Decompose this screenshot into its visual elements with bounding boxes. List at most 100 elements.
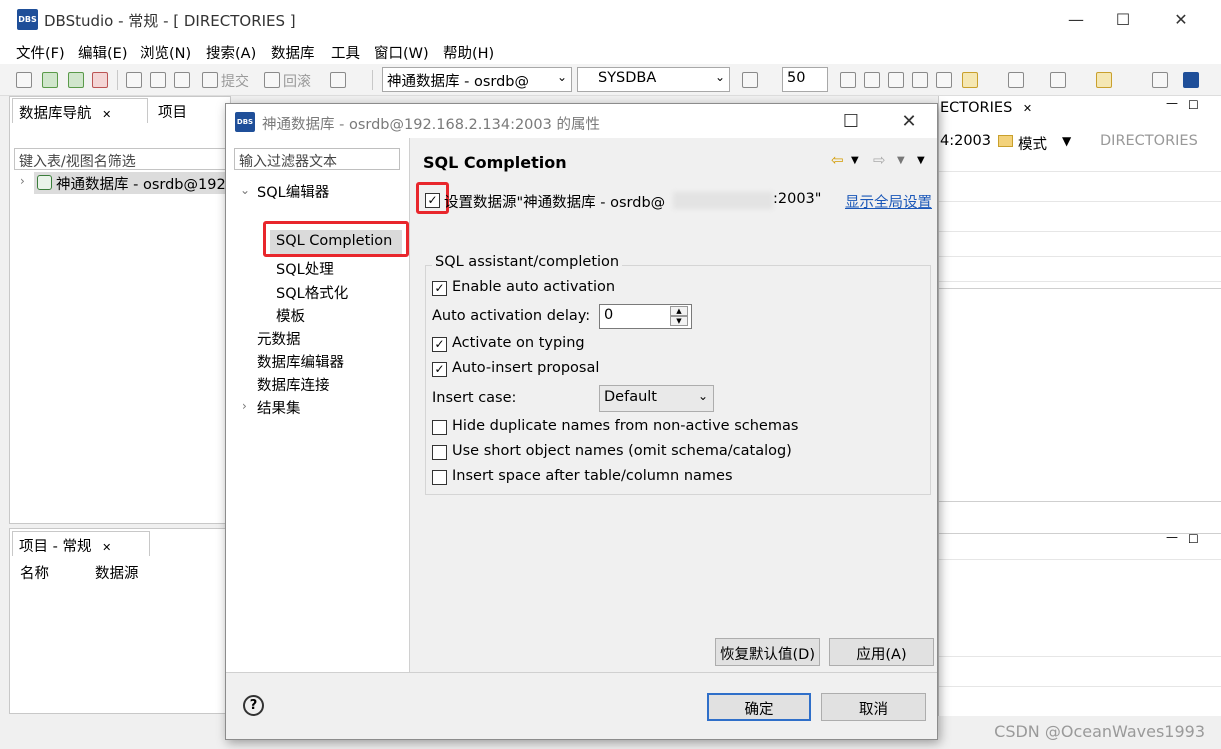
commit-button[interactable]: 提交 bbox=[221, 71, 249, 91]
maximize-view-icon[interactable]: ☐ bbox=[1188, 532, 1199, 546]
ok-button[interactable]: 确定 bbox=[707, 693, 811, 721]
spin-down-icon[interactable]: ▼ bbox=[670, 316, 688, 326]
menu-tools[interactable]: 工具 bbox=[331, 42, 360, 63]
column-header-name[interactable]: 名称 bbox=[20, 562, 49, 583]
save-icon[interactable] bbox=[840, 72, 856, 88]
minimize-button[interactable]: — bbox=[1053, 0, 1099, 38]
menu-search[interactable]: 搜索(A) bbox=[206, 42, 256, 63]
dropdown-arrow-icon[interactable]: ▼ bbox=[851, 155, 859, 166]
preference-page: SQL Completion ⇦ ▼ ⇨ ▼ ▼ ✓ 设置数据源"神通数据库 -… bbox=[411, 138, 937, 672]
redo-icon[interactable] bbox=[912, 72, 928, 88]
disconnect-icon[interactable] bbox=[92, 72, 108, 88]
close-button[interactable]: ✕ bbox=[1158, 0, 1204, 38]
refresh-icon[interactable] bbox=[68, 72, 84, 88]
open-perspective-icon[interactable] bbox=[1152, 72, 1168, 88]
spin-up-icon[interactable]: ▲ bbox=[670, 306, 688, 316]
short-names-checkbox[interactable] bbox=[432, 445, 447, 460]
preference-tree-panel: 输入过滤器文本 ⌄ SQL编辑器 SQL Completion SQL处理 SQ… bbox=[226, 138, 410, 672]
tree-item-sql-processing[interactable]: SQL处理 bbox=[276, 258, 334, 279]
tree-item-sql-editor[interactable]: SQL编辑器 bbox=[257, 181, 329, 202]
insert-case-label: Insert case: bbox=[432, 390, 517, 406]
tree-item-database-connection[interactable]: 数据库连接 bbox=[257, 374, 330, 395]
maximize-view-icon[interactable]: ☐ bbox=[1188, 98, 1199, 112]
tab-project-general[interactable]: 项目 - 常规 ✕ bbox=[12, 531, 150, 556]
user-select[interactable]: SYSDBA ⌄ bbox=[577, 67, 730, 92]
copy-icon[interactable] bbox=[936, 72, 952, 88]
menu-file[interactable]: 文件(F) bbox=[16, 42, 65, 63]
tree-item-template[interactable]: 模板 bbox=[276, 305, 305, 326]
column-header-datasource[interactable]: 数据源 bbox=[95, 562, 139, 583]
tree-item-database-editor[interactable]: 数据库编辑器 bbox=[257, 351, 344, 372]
view-menu-icon[interactable]: ▼ bbox=[917, 155, 925, 166]
insert-case-value: Default bbox=[604, 389, 657, 405]
menu-edit[interactable]: 编辑(E) bbox=[78, 42, 127, 63]
dropdown-arrow-icon[interactable]: ▼ bbox=[897, 155, 905, 166]
sql-editor-icon[interactable] bbox=[126, 72, 142, 88]
restore-defaults-button[interactable]: 恢复默认值(D) bbox=[715, 638, 820, 666]
insert-space-checkbox[interactable] bbox=[432, 470, 447, 485]
dialog-close-button[interactable]: ✕ bbox=[881, 104, 937, 138]
menu-help[interactable]: 帮助(H) bbox=[443, 42, 494, 63]
preference-filter-input[interactable]: 输入过滤器文本 bbox=[234, 148, 400, 170]
close-icon[interactable]: ✕ bbox=[1023, 102, 1032, 115]
transaction-mode-icon[interactable] bbox=[330, 72, 346, 88]
minimize-view-icon[interactable]: — bbox=[1166, 530, 1178, 544]
minimize-view-icon[interactable]: — bbox=[1166, 96, 1178, 110]
menu-browse[interactable]: 浏览(N) bbox=[140, 42, 191, 63]
help-icon[interactable]: ? bbox=[243, 695, 264, 716]
insert-case-select[interactable]: Default ⌄ bbox=[599, 385, 714, 412]
collapse-arrow-icon[interactable]: ⌄ bbox=[240, 183, 250, 197]
fetch-size-input[interactable]: 50 bbox=[782, 67, 828, 92]
hide-duplicates-checkbox[interactable] bbox=[432, 420, 447, 435]
apply-button[interactable]: 应用(A) bbox=[829, 638, 934, 666]
enable-auto-activation-checkbox[interactable]: ✓ bbox=[432, 281, 447, 296]
tree-item-result-set[interactable]: 结果集 bbox=[257, 397, 301, 418]
connect-icon[interactable] bbox=[42, 72, 58, 88]
tab-label: 项目 - 常规 bbox=[19, 539, 92, 555]
tab-project[interactable]: 项目 bbox=[152, 98, 212, 123]
close-icon[interactable]: ✕ bbox=[102, 541, 111, 554]
tree-item-metadata[interactable]: 元数据 bbox=[257, 328, 301, 349]
next-annotation-icon[interactable] bbox=[1008, 72, 1024, 88]
open-sql-icon[interactable] bbox=[150, 72, 166, 88]
tab-label: 项目 bbox=[158, 105, 187, 121]
tree-item-datasource[interactable]: 神通数据库 - osrdb@192 bbox=[34, 172, 230, 194]
show-global-settings-link[interactable]: 显示全局设置 bbox=[845, 191, 932, 212]
auto-insert-proposal-checkbox[interactable]: ✓ bbox=[432, 362, 447, 377]
undo-icon[interactable] bbox=[888, 72, 904, 88]
dbstudio-perspective-icon[interactable] bbox=[1183, 72, 1199, 88]
commit-icon[interactable] bbox=[202, 72, 218, 88]
rollback-button[interactable]: 回滚 bbox=[283, 71, 311, 91]
prev-annotation-icon[interactable] bbox=[1050, 72, 1066, 88]
recent-sql-icon[interactable] bbox=[174, 72, 190, 88]
tab-database-navigator[interactable]: 数据库导航 ✕ bbox=[12, 98, 148, 123]
cancel-button[interactable]: 取消 bbox=[821, 693, 926, 721]
schema-label[interactable]: 模式 bbox=[1018, 133, 1047, 154]
navigator-filter-input[interactable]: 键入表/视图名筛选 bbox=[14, 148, 226, 170]
activate-on-typing-checkbox[interactable]: ✓ bbox=[432, 337, 447, 352]
maximize-button[interactable]: ☐ bbox=[1100, 0, 1146, 38]
dropdown-arrow-icon[interactable]: ▼ bbox=[1062, 134, 1071, 148]
back-icon[interactable] bbox=[1096, 72, 1112, 88]
datasource-select[interactable]: 神通数据库 - osrdb@ ⌄ bbox=[382, 67, 572, 92]
back-arrow-icon[interactable]: ⇦ bbox=[831, 151, 844, 169]
export-icon[interactable] bbox=[864, 72, 880, 88]
pin-icon[interactable] bbox=[962, 72, 978, 88]
settings-icon[interactable] bbox=[742, 72, 758, 88]
menu-bar: 文件(F) 编辑(E) 浏览(N) 搜索(A) 数据库 工具 窗口(W) 帮助(… bbox=[0, 38, 1221, 64]
delay-spinner[interactable]: ▲ ▼ bbox=[670, 306, 688, 327]
dialog-maximize-button[interactable]: ☐ bbox=[823, 104, 879, 138]
expand-arrow-icon[interactable]: › bbox=[20, 174, 25, 188]
menu-window[interactable]: 窗口(W) bbox=[374, 42, 429, 63]
expand-arrow-icon[interactable]: › bbox=[242, 399, 247, 413]
close-icon[interactable]: ✕ bbox=[102, 108, 111, 121]
connection-port-text: 4:2003 bbox=[940, 133, 992, 149]
rollback-icon[interactable] bbox=[264, 72, 280, 88]
forward-arrow-icon[interactable]: ⇨ bbox=[873, 151, 886, 169]
menu-database[interactable]: 数据库 bbox=[271, 42, 315, 63]
new-connection-icon[interactable] bbox=[16, 72, 32, 88]
datasource-select-value: 神通数据库 - osrdb@ bbox=[387, 74, 529, 90]
grid-line bbox=[939, 201, 1221, 202]
tree-item-sql-format[interactable]: SQL格式化 bbox=[276, 282, 348, 303]
tab-directories[interactable]: ECTORIES ✕ bbox=[940, 100, 1032, 116]
